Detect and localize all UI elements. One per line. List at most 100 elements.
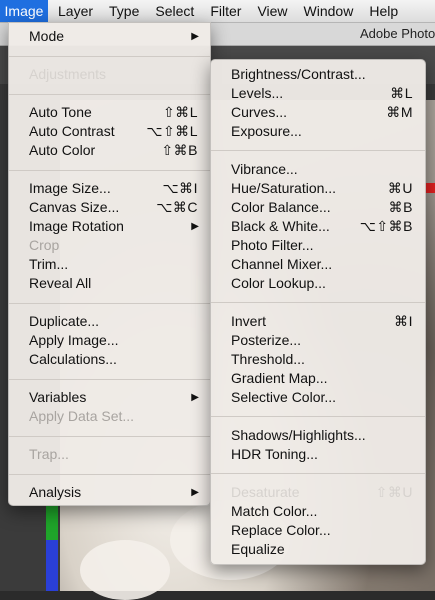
menu-separator (9, 303, 210, 304)
menu-item-trap[interactable]: Trap... (9, 445, 210, 464)
submenu-arrow-icon: ▶ (191, 31, 199, 42)
menu-item-label: Threshold... (231, 351, 305, 367)
menu-item-brightness-contrast[interactable]: Brightness/Contrast... (211, 65, 425, 84)
menu-item-label: Reveal All (29, 275, 92, 291)
menu-item-label: Apply Data Set... (29, 408, 135, 424)
submenu-arrow-icon: ▶ (191, 487, 199, 498)
menu-item-color-balance[interactable]: Color Balance... ⌘B (211, 198, 425, 217)
menu-item-calculations[interactable]: Calculations... (9, 350, 210, 369)
menu-separator (9, 56, 210, 57)
menu-item-color-lookup[interactable]: Color Lookup... (211, 274, 425, 293)
menu-help[interactable]: Help (361, 0, 406, 22)
menu-item-label: Replace Color... (231, 522, 331, 538)
blue-channel-marker (46, 540, 58, 591)
menu-item-duplicate[interactable]: Duplicate... (9, 312, 210, 331)
shortcut-label: ⇧⌘U (375, 484, 413, 500)
menu-item-vibrance[interactable]: Vibrance... (211, 160, 425, 179)
menu-item-label: Color Balance... (231, 199, 331, 215)
menu-item-label: Posterize... (231, 332, 302, 348)
shortcut-label: ⌥⌘I (162, 180, 198, 196)
menu-item-label: Auto Contrast (29, 123, 115, 139)
menu-item-apply-data-set[interactable]: Apply Data Set... (9, 407, 210, 426)
menu-item-label: Apply Image... (29, 332, 119, 348)
image-menu: Mode ▶ Adjustments Auto Tone ⇧⌘L Auto Co… (8, 22, 211, 506)
menu-item-levels[interactable]: Levels... ⌘L (211, 84, 425, 103)
menu-item-label: Variables (29, 389, 87, 405)
menu-window[interactable]: Window (296, 0, 362, 22)
menu-item-desaturate[interactable]: Desaturate ⇧⌘U (211, 483, 425, 502)
menu-item-label: Auto Tone (29, 104, 92, 120)
menu-item-photo-filter[interactable]: Photo Filter... (211, 236, 425, 255)
menu-item-label: Crop (29, 237, 60, 253)
menu-item-label: Shadows/Highlights... (231, 427, 366, 443)
menu-layer[interactable]: Layer (48, 0, 101, 22)
menu-separator (211, 416, 425, 417)
menu-item-variables[interactable]: Variables ▶ (9, 388, 210, 407)
green-channel-marker (46, 505, 58, 540)
menu-item-apply-image[interactable]: Apply Image... (9, 331, 210, 350)
menu-item-mode[interactable]: Mode ▶ (9, 27, 210, 46)
menu-item-hue-saturation[interactable]: Hue/Saturation... ⌘U (211, 179, 425, 198)
shortcut-label: ⌥⇧⌘B (359, 218, 413, 234)
menu-item-label: Equalize (231, 541, 285, 557)
menu-separator (9, 379, 210, 380)
menu-item-label: Desaturate (231, 484, 300, 500)
menu-item-posterize[interactable]: Posterize... (211, 331, 425, 350)
menu-separator (9, 436, 210, 437)
menu-item-label: Channel Mixer... (231, 256, 333, 272)
menu-item-crop[interactable]: Crop (9, 236, 210, 255)
menu-item-auto-color[interactable]: Auto Color ⇧⌘B (9, 141, 210, 160)
shortcut-label: ⌘M (386, 104, 413, 120)
menu-item-trim[interactable]: Trim... (9, 255, 210, 274)
menu-item-threshold[interactable]: Threshold... (211, 350, 425, 369)
menu-image[interactable]: Image (0, 0, 48, 22)
menu-type[interactable]: Type (101, 0, 147, 22)
menu-item-reveal-all[interactable]: Reveal All (9, 274, 210, 293)
menu-select[interactable]: Select (147, 0, 202, 22)
submenu-arrow-icon: ▶ (191, 221, 199, 232)
menu-item-label: Selective Color... (231, 389, 337, 405)
menu-item-label: Vibrance... (231, 161, 298, 177)
menu-separator (211, 302, 425, 303)
menu-item-hdr-toning[interactable]: HDR Toning... (211, 445, 425, 464)
menu-item-selective-color[interactable]: Selective Color... (211, 388, 425, 407)
menu-item-image-size[interactable]: Image Size... ⌥⌘I (9, 179, 210, 198)
menu-item-label: Exposure... (231, 123, 302, 139)
menu-item-label: Analysis (29, 484, 82, 500)
menu-item-channel-mixer[interactable]: Channel Mixer... (211, 255, 425, 274)
menu-item-auto-tone[interactable]: Auto Tone ⇧⌘L (9, 103, 210, 122)
menu-item-analysis[interactable]: Analysis ▶ (9, 483, 210, 502)
menu-item-curves[interactable]: Curves... ⌘M (211, 103, 425, 122)
menu-item-label: Brightness/Contrast... (231, 66, 366, 82)
menu-item-exposure[interactable]: Exposure... (211, 122, 425, 141)
menu-item-gradient-map[interactable]: Gradient Map... (211, 369, 425, 388)
window-title: Adobe Photo (360, 26, 435, 41)
menu-item-label: Canvas Size... (29, 199, 120, 215)
menu-item-image-rotation[interactable]: Image Rotation ▶ (9, 217, 210, 236)
menu-item-black-white[interactable]: Black & White... ⌥⇧⌘B (211, 217, 425, 236)
menu-item-label: Mode (29, 28, 65, 44)
shortcut-label: ⌘B (388, 199, 413, 215)
menu-item-replace-color[interactable]: Replace Color... (211, 521, 425, 540)
shortcut-label: ⌘U (387, 180, 413, 196)
menu-item-adjustments[interactable]: Adjustments (9, 65, 210, 84)
cat-paw (80, 540, 170, 600)
shortcut-label: ⌘I (394, 313, 413, 329)
menu-item-label: Trim... (29, 256, 69, 272)
menu-separator (211, 150, 425, 151)
menu-item-label: Auto Color (29, 142, 96, 158)
menu-item-label: Hue/Saturation... (231, 180, 337, 196)
menu-item-label: Adjustments (29, 66, 107, 82)
menu-item-label: Duplicate... (29, 313, 100, 329)
menu-item-invert[interactable]: Invert ⌘I (211, 312, 425, 331)
menu-item-auto-contrast[interactable]: Auto Contrast ⌥⇧⌘L (9, 122, 210, 141)
menu-item-label: Photo Filter... (231, 237, 314, 253)
menu-item-match-color[interactable]: Match Color... (211, 502, 425, 521)
menu-separator (9, 474, 210, 475)
menu-item-shadows-highlights[interactable]: Shadows/Highlights... (211, 426, 425, 445)
menu-item-equalize[interactable]: Equalize (211, 540, 425, 559)
menu-view[interactable]: View (249, 0, 295, 22)
menu-filter[interactable]: Filter (202, 0, 249, 22)
menu-item-canvas-size[interactable]: Canvas Size... ⌥⌘C (9, 198, 210, 217)
menu-item-label: Invert (231, 313, 267, 329)
